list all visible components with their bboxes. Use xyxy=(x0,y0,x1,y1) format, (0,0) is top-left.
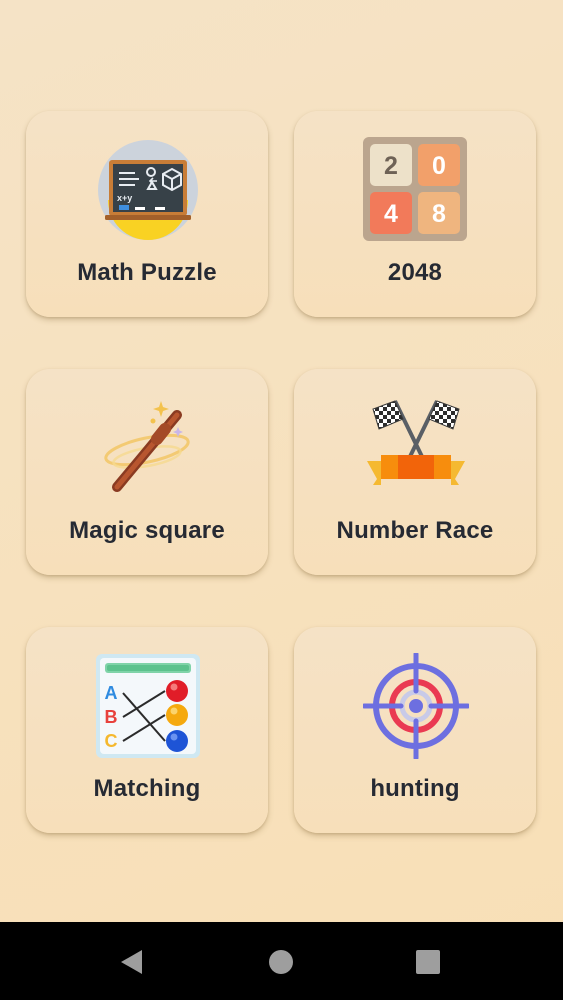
matching-worksheet-icon: A B C xyxy=(95,653,201,759)
game-card-label: Magic square xyxy=(69,517,225,544)
letter-b: B xyxy=(105,707,118,727)
back-triangle-icon xyxy=(121,950,142,974)
game-card-label: hunting xyxy=(370,775,460,802)
system-navigation-bar xyxy=(0,922,563,1000)
game-card-number-race[interactable]: Number Race xyxy=(294,369,536,575)
game-card-label: Matching xyxy=(93,775,201,802)
game-card-label: 2048 xyxy=(387,259,443,286)
tile-0: 0 xyxy=(432,152,446,180)
magic-wand-icon xyxy=(95,395,201,501)
recents-button[interactable] xyxy=(408,942,448,982)
game-card-hunting[interactable]: hunting xyxy=(294,627,536,833)
recents-square-icon xyxy=(416,950,440,974)
game-card-label: Math Puzzle xyxy=(77,259,217,286)
tile-2: 2 xyxy=(384,152,398,180)
letter-c: C xyxy=(105,731,118,751)
checkered-flags-icon xyxy=(363,395,469,501)
home-button[interactable] xyxy=(261,942,301,982)
game-card-matching[interactable]: A B C Matching xyxy=(26,627,268,833)
home-circle-icon xyxy=(269,950,293,974)
back-button[interactable] xyxy=(112,942,152,982)
game-menu-grid: x+y Math Puzzle 2 0 4 8 2048 Magic squar… xyxy=(0,0,563,922)
letter-a: A xyxy=(105,683,118,703)
game-card-magic-square[interactable]: Magic square xyxy=(26,369,268,575)
game-card-label: Number Race xyxy=(336,517,494,544)
chalkboard-icon: x+y xyxy=(95,137,201,243)
tile-8: 8 xyxy=(432,200,446,228)
game-card-2048[interactable]: 2 0 4 8 2048 xyxy=(294,111,536,317)
tiles-2048-icon: 2 0 4 8 xyxy=(363,137,469,243)
crosshair-target-icon xyxy=(363,653,469,759)
math-symbols-text: x+y xyxy=(117,193,132,203)
game-card-math-puzzle[interactable]: x+y Math Puzzle xyxy=(26,111,268,317)
tile-4: 4 xyxy=(384,200,398,228)
